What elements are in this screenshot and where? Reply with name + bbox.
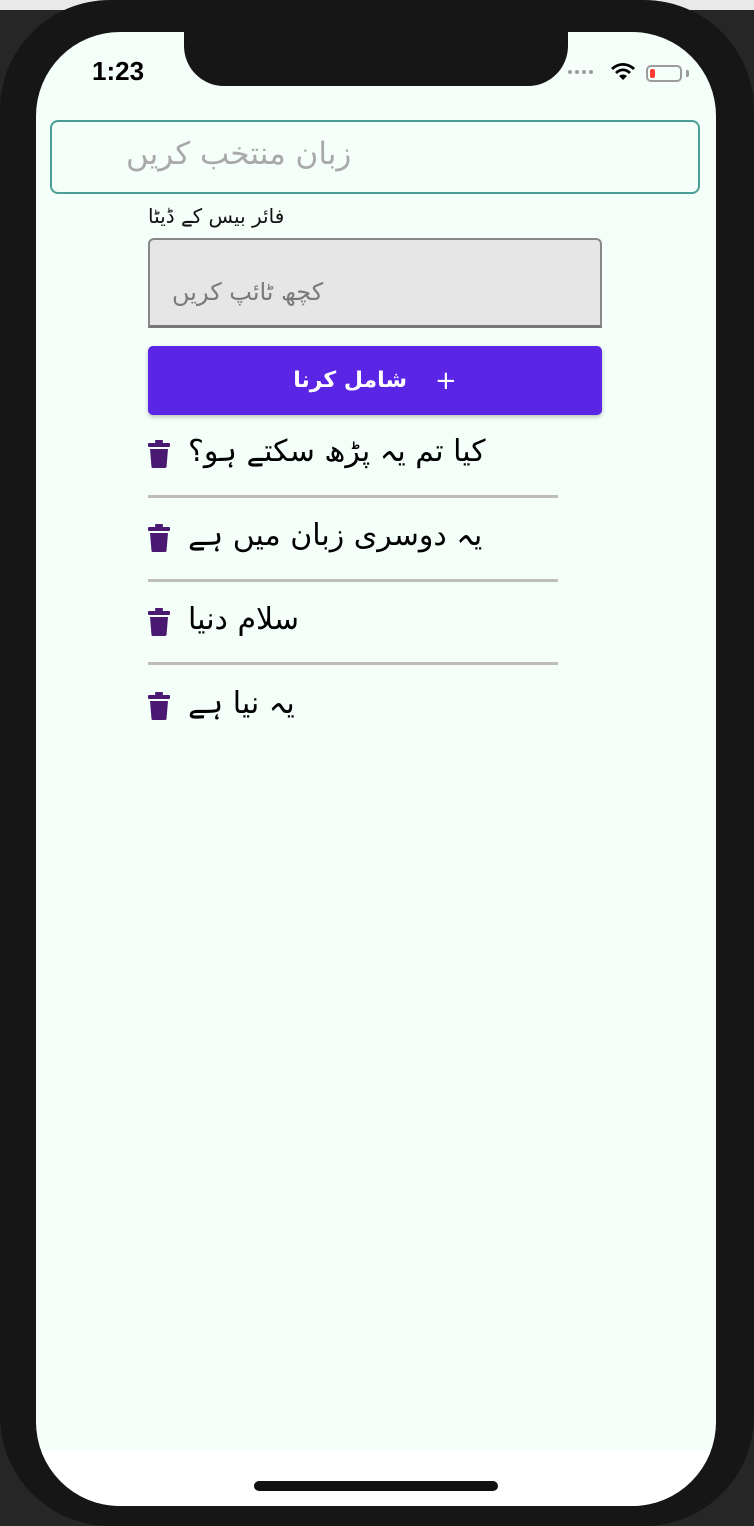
home-indicator[interactable] bbox=[254, 1481, 498, 1491]
list-item: یہ نیا ہے bbox=[148, 686, 558, 746]
language-select[interactable]: زبان منتخب کریں bbox=[50, 120, 700, 194]
trash-icon[interactable] bbox=[148, 692, 170, 720]
list-item-text: کیا تم یہ پڑھ سکتے ہو؟ bbox=[188, 434, 486, 469]
list-item-text: سلام دنیا bbox=[188, 602, 300, 637]
signal-icon bbox=[568, 70, 593, 74]
status-time: 1:23 bbox=[92, 56, 145, 86]
trash-icon[interactable] bbox=[148, 440, 170, 468]
trash-icon[interactable] bbox=[148, 608, 170, 636]
trash-icon[interactable] bbox=[148, 524, 170, 552]
phone-frame: 1:23 زبان منتخب کریں فائر بیس کے ڈیٹا کچ… bbox=[0, 0, 754, 1526]
text-input[interactable]: کچھ ٹائپ کریں bbox=[148, 238, 602, 328]
battery-tip bbox=[686, 70, 689, 77]
list-item: کیا تم یہ پڑھ سکتے ہو؟ bbox=[148, 434, 558, 494]
app-screen: 1:23 زبان منتخب کریں فائر بیس کے ڈیٹا کچ… bbox=[36, 32, 716, 1506]
list-divider bbox=[148, 579, 558, 582]
text-input-placeholder: کچھ ٹائپ کریں bbox=[172, 278, 324, 306]
wifi-icon bbox=[611, 63, 635, 80]
add-button-label: شامل کرنا bbox=[293, 368, 408, 393]
plus-icon: + bbox=[435, 365, 457, 396]
battery-icon bbox=[646, 65, 682, 82]
list-item-text: یہ دوسری زبان میں ہے bbox=[188, 518, 483, 553]
list-item: یہ دوسری زبان میں ہے bbox=[148, 518, 558, 578]
list-divider bbox=[148, 495, 558, 498]
list-item: سلام دنیا bbox=[148, 602, 558, 662]
screen-bottom-area bbox=[36, 1450, 716, 1506]
add-button[interactable]: شامل کرنا + bbox=[148, 346, 602, 415]
list-divider bbox=[148, 662, 558, 665]
battery-level bbox=[650, 69, 655, 78]
notch bbox=[184, 32, 568, 86]
list-item-text: یہ نیا ہے bbox=[188, 686, 295, 721]
firebase-data-label: فائر بیس کے ڈیٹا bbox=[148, 204, 285, 228]
language-select-placeholder: زبان منتخب کریں bbox=[126, 136, 352, 172]
